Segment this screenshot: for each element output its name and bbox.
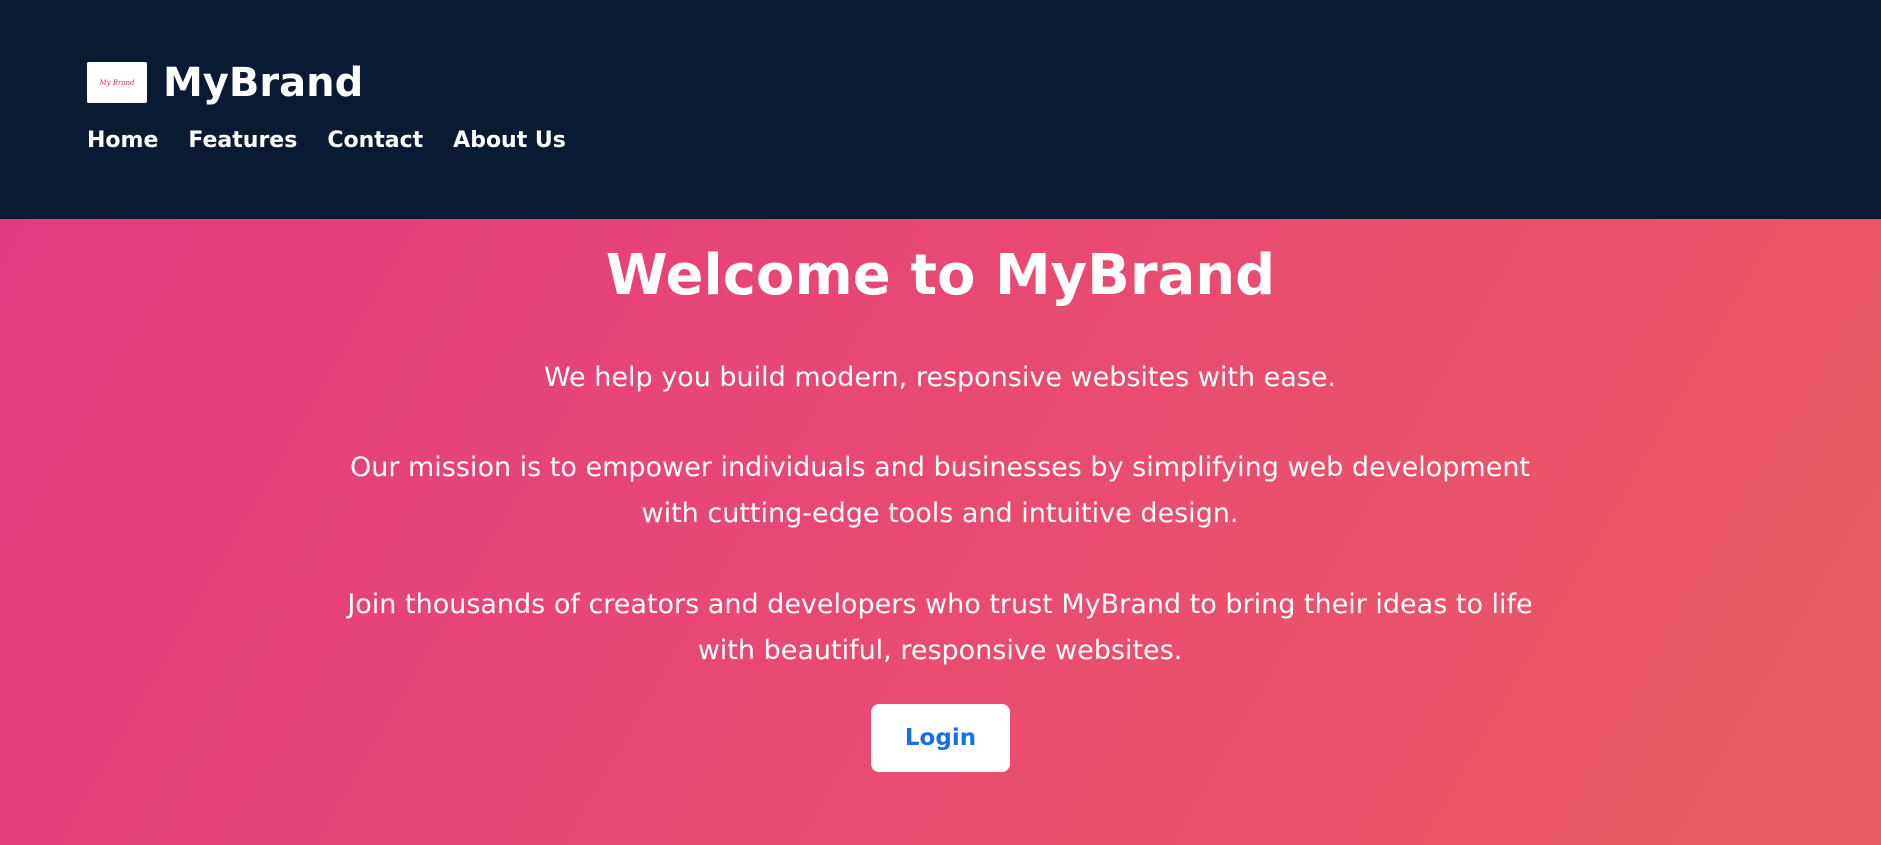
hero-section: Welcome to MyBrand We help you build mod… (0, 219, 1881, 845)
hero-mission: Our mission is to empower individuals an… (349, 452, 1531, 529)
logo-script-mark: My Brand (99, 78, 135, 87)
hero-title: Welcome to MyBrand (605, 243, 1276, 308)
brand[interactable]: My Brand MyBrand (87, 62, 363, 103)
brand-logo-icon: My Brand (87, 62, 147, 103)
brand-name[interactable]: MyBrand (163, 63, 363, 103)
nav-item-features[interactable]: Features (188, 127, 297, 155)
login-button[interactable]: Login (871, 704, 1010, 772)
nav-item-contact[interactable]: Contact (327, 127, 423, 155)
site-header: My Brand MyBrand Home Features Contact A… (0, 0, 1881, 219)
hero-tagline: We help you build modern, responsive web… (543, 362, 1337, 393)
nav-item-home[interactable]: Home (87, 127, 158, 155)
main-nav: Home Features Contact About Us (87, 127, 566, 155)
nav-item-about-us[interactable]: About Us (453, 127, 566, 155)
hero-join: Join thousands of creators and developer… (347, 589, 1533, 666)
